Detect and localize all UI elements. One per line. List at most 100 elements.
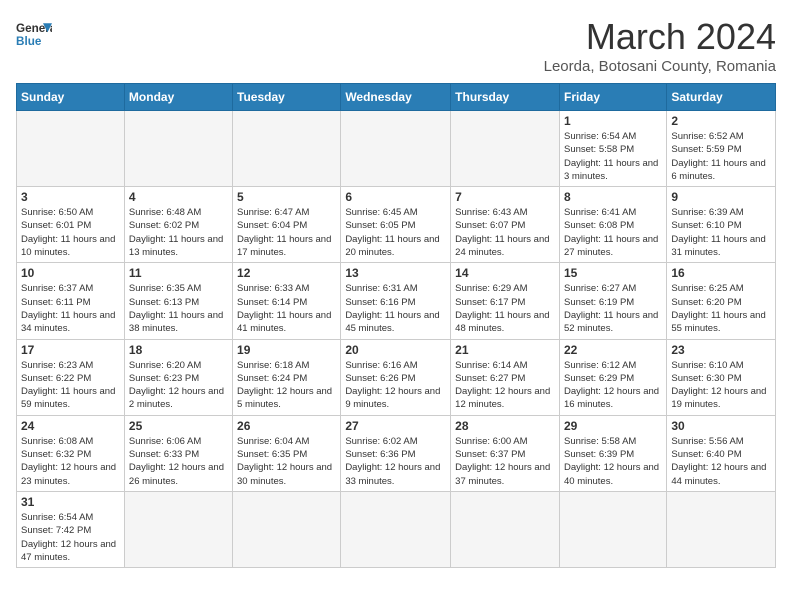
week-row-2: 10 Sunrise: 6:37 AM Sunset: 6:11 PM Dayli… [17,263,776,339]
day-info: Sunrise: 6:54 AM Sunset: 5:58 PM Dayligh… [564,130,662,183]
day-info: Sunrise: 6:48 AM Sunset: 6:02 PM Dayligh… [129,206,228,259]
day-number: 26 [237,419,336,433]
day-info: Sunrise: 6:16 AM Sunset: 6:26 PM Dayligh… [345,359,446,412]
day-number: 8 [564,190,662,204]
day-info: Sunrise: 6:45 AM Sunset: 6:05 PM Dayligh… [345,206,446,259]
calendar-cell: 30Sunrise: 5:56 AM Sunset: 6:40 PM Dayli… [667,415,776,491]
calendar-cell: 3 Sunrise: 6:50 AM Sunset: 6:01 PM Daylig… [17,187,125,263]
day-number: 31 [21,495,120,509]
day-info: Sunrise: 6:00 AM Sunset: 6:37 PM Dayligh… [455,435,555,488]
day-info: Sunrise: 6:29 AM Sunset: 6:17 PM Dayligh… [455,282,555,335]
week-row-1: 3 Sunrise: 6:50 AM Sunset: 6:01 PM Daylig… [17,187,776,263]
page-header: General Blue March 2024 Leorda, Botosani… [16,16,776,75]
month-title: March 2024 [544,16,776,58]
weekday-header-saturday: Saturday [667,84,776,111]
day-info: Sunrise: 6:27 AM Sunset: 6:19 PM Dayligh… [564,282,662,335]
calendar-cell: 18 Sunrise: 6:20 AM Sunset: 6:23 PM Dayli… [124,339,232,415]
weekday-header-friday: Friday [559,84,666,111]
day-info: Sunrise: 6:08 AM Sunset: 6:32 PM Dayligh… [21,435,120,488]
weekday-header-sunday: Sunday [17,84,125,111]
day-info: Sunrise: 6:10 AM Sunset: 6:30 PM Dayligh… [671,359,771,412]
weekday-header-wednesday: Wednesday [341,84,451,111]
day-info: Sunrise: 5:58 AM Sunset: 6:39 PM Dayligh… [564,435,662,488]
general-blue-icon: General Blue [16,16,52,52]
day-info: Sunrise: 6:35 AM Sunset: 6:13 PM Dayligh… [129,282,228,335]
svg-text:Blue: Blue [16,35,42,48]
calendar-cell: 15 Sunrise: 6:27 AM Sunset: 6:19 PM Dayli… [559,263,666,339]
day-info: Sunrise: 6:20 AM Sunset: 6:23 PM Dayligh… [129,359,228,412]
weekday-header-monday: Monday [124,84,232,111]
day-info: Sunrise: 6:23 AM Sunset: 6:22 PM Dayligh… [21,359,120,412]
day-number: 6 [345,190,446,204]
calendar-cell [451,491,560,567]
week-row-5: 31 Sunrise: 6:54 AM Sunset: 7:42 PM Dayli… [17,491,776,567]
day-info: Sunrise: 6:54 AM Sunset: 7:42 PM Dayligh… [21,511,120,564]
day-number: 5 [237,190,336,204]
calendar-cell: 27Sunrise: 6:02 AM Sunset: 6:36 PM Dayli… [341,415,451,491]
day-number: 12 [237,266,336,280]
day-info: Sunrise: 6:47 AM Sunset: 6:04 PM Dayligh… [237,206,336,259]
day-info: Sunrise: 6:18 AM Sunset: 6:24 PM Dayligh… [237,359,336,412]
calendar-cell: 9 Sunrise: 6:39 AM Sunset: 6:10 PM Daylig… [667,187,776,263]
calendar-cell: 4Sunrise: 6:48 AM Sunset: 6:02 PM Daylig… [124,187,232,263]
day-info: Sunrise: 6:25 AM Sunset: 6:20 PM Dayligh… [671,282,771,335]
calendar-cell: 25Sunrise: 6:06 AM Sunset: 6:33 PM Dayli… [124,415,232,491]
calendar-cell: 17Sunrise: 6:23 AM Sunset: 6:22 PM Dayli… [17,339,125,415]
calendar-cell: 13 Sunrise: 6:31 AM Sunset: 6:16 PM Dayli… [341,263,451,339]
day-number: 7 [455,190,555,204]
calendar-cell: 11Sunrise: 6:35 AM Sunset: 6:13 PM Dayli… [124,263,232,339]
calendar-cell [341,111,451,187]
calendar-cell: 26 Sunrise: 6:04 AM Sunset: 6:35 PM Dayli… [233,415,341,491]
day-number: 25 [129,419,228,433]
day-info: Sunrise: 6:37 AM Sunset: 6:11 PM Dayligh… [21,282,120,335]
weekday-header-row: SundayMondayTuesdayWednesdayThursdayFrid… [17,84,776,111]
calendar-cell [559,491,666,567]
weekday-header-tuesday: Tuesday [233,84,341,111]
calendar-cell: 19 Sunrise: 6:18 AM Sunset: 6:24 PM Dayli… [233,339,341,415]
calendar-cell: 6 Sunrise: 6:45 AM Sunset: 6:05 PM Daylig… [341,187,451,263]
day-number: 18 [129,343,228,357]
calendar-cell: 2Sunrise: 6:52 AM Sunset: 5:59 PM Daylig… [667,111,776,187]
calendar-cell: 29 Sunrise: 5:58 AM Sunset: 6:39 PM Dayli… [559,415,666,491]
day-info: Sunrise: 6:39 AM Sunset: 6:10 PM Dayligh… [671,206,771,259]
day-number: 9 [671,190,771,204]
logo: General Blue [16,16,52,52]
day-info: Sunrise: 6:50 AM Sunset: 6:01 PM Dayligh… [21,206,120,259]
calendar-cell: 8 Sunrise: 6:41 AM Sunset: 6:08 PM Daylig… [559,187,666,263]
weekday-header-thursday: Thursday [451,84,560,111]
calendar-cell [233,111,341,187]
day-number: 14 [455,266,555,280]
calendar-cell [341,491,451,567]
day-info: Sunrise: 6:41 AM Sunset: 6:08 PM Dayligh… [564,206,662,259]
day-number: 15 [564,266,662,280]
calendar-cell [233,491,341,567]
calendar-cell: 21Sunrise: 6:14 AM Sunset: 6:27 PM Dayli… [451,339,560,415]
day-number: 29 [564,419,662,433]
calendar-cell: 14 Sunrise: 6:29 AM Sunset: 6:17 PM Dayli… [451,263,560,339]
day-number: 3 [21,190,120,204]
calendar-cell: 12Sunrise: 6:33 AM Sunset: 6:14 PM Dayli… [233,263,341,339]
day-number: 20 [345,343,446,357]
calendar-cell: 31 Sunrise: 6:54 AM Sunset: 7:42 PM Dayli… [17,491,125,567]
day-number: 13 [345,266,446,280]
week-row-3: 17Sunrise: 6:23 AM Sunset: 6:22 PM Dayli… [17,339,776,415]
title-area: March 2024 Leorda, Botosani County, Roma… [544,16,776,75]
day-info: Sunrise: 6:31 AM Sunset: 6:16 PM Dayligh… [345,282,446,335]
day-info: Sunrise: 6:04 AM Sunset: 6:35 PM Dayligh… [237,435,336,488]
calendar-cell: 24Sunrise: 6:08 AM Sunset: 6:32 PM Dayli… [17,415,125,491]
calendar-cell [124,491,232,567]
calendar-table: SundayMondayTuesdayWednesdayThursdayFrid… [16,83,776,568]
week-row-0: 1 Sunrise: 6:54 AM Sunset: 5:58 PM Daylig… [17,111,776,187]
calendar-cell: 1 Sunrise: 6:54 AM Sunset: 5:58 PM Daylig… [559,111,666,187]
day-number: 30 [671,419,771,433]
day-number: 1 [564,114,662,128]
day-info: Sunrise: 6:14 AM Sunset: 6:27 PM Dayligh… [455,359,555,412]
calendar-cell: 5 Sunrise: 6:47 AM Sunset: 6:04 PM Daylig… [233,187,341,263]
calendar-cell: 28Sunrise: 6:00 AM Sunset: 6:37 PM Dayli… [451,415,560,491]
day-info: Sunrise: 6:52 AM Sunset: 5:59 PM Dayligh… [671,130,771,183]
calendar-cell: 10 Sunrise: 6:37 AM Sunset: 6:11 PM Dayli… [17,263,125,339]
calendar-cell [124,111,232,187]
day-number: 10 [21,266,120,280]
day-number: 27 [345,419,446,433]
day-number: 19 [237,343,336,357]
